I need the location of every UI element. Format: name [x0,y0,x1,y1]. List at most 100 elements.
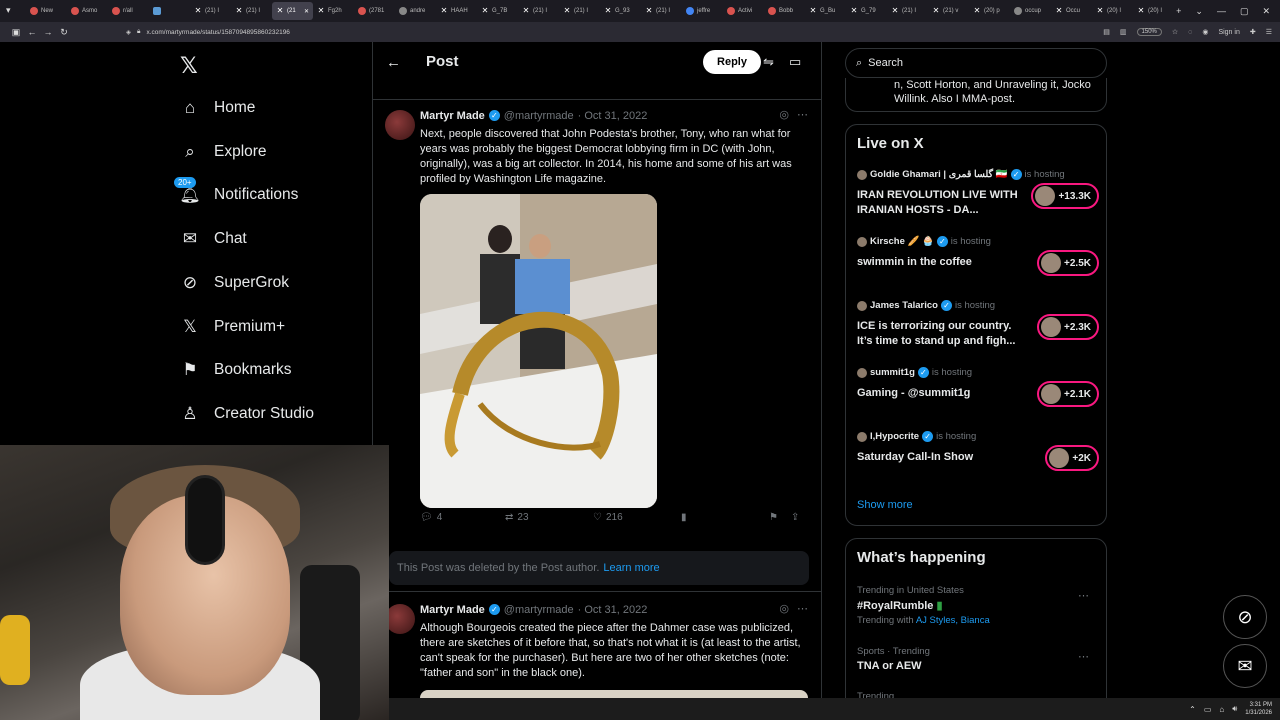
browser-tab[interactable]: ✕ G_79 [846,2,887,20]
nav-item-creator-studio[interactable]: ♙ Creator Studio [180,402,314,426]
browser-tab[interactable]: ✕ (21) I [641,2,682,20]
avatar[interactable] [385,604,415,634]
trend-item[interactable]: Trending in United States #RoyalRumble ▮… [857,585,1097,626]
x-logo-icon[interactable]: 𝕏 [180,54,198,79]
nav-item-premium[interactable]: 𝕏 Premium+ [180,315,285,339]
maximize-icon[interactable]: ▢ [1240,6,1249,17]
filter-icon[interactable]: ⇋ [763,54,774,70]
browser-tab[interactable]: ✕ G_93 [600,2,641,20]
new-tab-icon[interactable]: + [1176,6,1181,16]
browser-tab[interactable]: Asmo [67,2,108,20]
pocket-icon[interactable]: ◌ [1188,29,1192,36]
author-handle[interactable]: @martyrmade [504,110,574,122]
url-field[interactable]: ◈ 🔒︎ x.com/martyrmade/status/15870948958… [126,25,1103,39]
tweet-date[interactable]: · Oct 31, 2022 [578,604,648,616]
listener-pill[interactable]: +2.5K [1037,250,1099,276]
listener-pill[interactable]: +13.3K [1031,183,1099,209]
avatar[interactable] [385,110,415,140]
nav-item-supergrok[interactable]: ⊘ SuperGrok [180,271,289,295]
browser-tab[interactable]: ✕ (21) I [231,2,272,20]
reply-action[interactable]: 💬︎ 4 [420,512,505,523]
nav-item-chat[interactable]: ✉ Chat [180,227,247,251]
browser-tab[interactable]: ✕ G_Bu [805,2,846,20]
trend-with-names[interactable]: AJ Styles, Bianca [916,615,990,626]
nav-item-bookmarks[interactable]: ⚑ Bookmarks [180,358,291,382]
host-name[interactable]: Goldie Ghamari | گلسا قمری 🇮🇷 [870,169,1008,180]
browser-tab[interactable]: jeffre [682,2,723,20]
browser-tab[interactable]: ✕ (21) I [887,2,928,20]
like-action[interactable]: ♡ 216 [593,512,681,523]
display-icon[interactable]: ▭ [1204,705,1212,714]
grok-button[interactable]: ⊘ [1223,595,1267,639]
listener-pill[interactable]: +2.3K [1037,314,1099,340]
clock[interactable]: 3:31 PM 1/31/2026 [1245,701,1272,717]
views-action[interactable]: ▮ [681,512,769,523]
browser-tab[interactable]: ✕ (21) I [190,2,231,20]
host-name[interactable]: James Talarico [870,300,938,311]
share-action[interactable]: ⇪ [791,512,799,523]
host-name[interactable]: summit1g [870,367,915,378]
back-arrow-icon[interactable]: ← [386,54,401,71]
grok-icon[interactable]: ◎ [779,108,789,121]
browser-tab[interactable]: ✕ Occu [1051,2,1092,20]
browser-tab[interactable]: occup [1010,2,1051,20]
bookmark-star-icon[interactable]: ☆ [1172,28,1178,36]
live-item[interactable]: Kirsche 🥖 🧁 ✓ is hosting swimmin in the … [857,236,1099,276]
nav-item-home[interactable]: ⌂ Home [180,96,256,120]
host-name[interactable]: Kirsche 🥖 🧁 [870,236,934,247]
more-icon[interactable]: ⋯ [797,602,808,615]
browser-tab[interactable]: ✕ HAAH [436,2,477,20]
browser-tab[interactable]: ✕ G_7B [477,2,518,20]
sidebar-toggle-icon[interactable]: ▣ [8,27,24,38]
trend-item[interactable]: Sports · Trending TNA or AEW ⋯ [857,646,1097,672]
host-name[interactable]: I,Hypocrite [870,431,919,442]
sign-in-link[interactable]: Sign in [1218,29,1239,36]
tray-chevron-icon[interactable]: ⌃ [1189,705,1196,714]
live-item[interactable]: James Talarico ✓ is hosting ICE is terro… [857,300,1099,347]
more-icon[interactable]: ⋯ [797,108,808,121]
tweet-date[interactable]: · Oct 31, 2022 [578,110,648,122]
live-item[interactable]: I,Hypocrite ✓ is hosting Saturday Call-I… [857,431,1099,471]
bookmark-action[interactable]: ⚑ [769,512,791,523]
browser-tab[interactable]: ✕ (21) v [928,2,969,20]
author-name[interactable]: Martyr Made [420,604,485,616]
browser-tab[interactable]: ✕ Fg2h [313,2,354,20]
author-handle[interactable]: @martyrmade [504,604,574,616]
nav-item-explore[interactable]: ⌕ Explore [180,140,266,164]
listener-pill[interactable]: +2K [1045,445,1099,471]
grok-icon[interactable]: ◎ [779,602,789,615]
tweet[interactable]: Martyr Made ✓ @martyrmade · Oct 31, 2022… [385,108,815,530]
close-tab-icon[interactable]: ✕ [304,8,309,15]
browser-tab[interactable] [149,2,190,20]
reader-icon[interactable]: ▤ [1103,28,1110,36]
browser-tab[interactable]: r/all [108,2,149,20]
browser-tab[interactable]: ✕ (20) p [969,2,1010,20]
volume-icon[interactable]: 🔊︎ [1232,704,1237,714]
show-more-link[interactable]: Show more [857,499,913,511]
browser-tab[interactable]: (2781 [354,2,395,20]
messages-button[interactable]: ✉ [1223,644,1267,688]
tab-dropdown-icon[interactable]: ⌄ [1195,6,1203,17]
browser-tab[interactable]: ✕ (21 ✕ [272,2,313,20]
author-name[interactable]: Martyr Made [420,110,485,122]
browser-tab[interactable]: New [26,2,67,20]
reply-button[interactable]: Reply [703,50,761,74]
browser-tab[interactable]: ✕(20) I [1133,2,1174,20]
back-icon[interactable]: ← [24,27,40,37]
live-item[interactable]: Goldie Ghamari | گلسا قمری 🇮🇷 ✓ is hosti… [857,169,1099,216]
browser-tab[interactable]: Activi [723,2,764,20]
browser-tab[interactable]: andre [395,2,436,20]
account-icon[interactable]: ◉ [1202,28,1208,36]
tweet-image[interactable] [420,194,657,508]
network-icon[interactable]: ⌂ [1219,705,1224,714]
live-item[interactable]: summit1g ✓ is hosting Gaming - @summit1g… [857,367,1099,407]
extensions-icon[interactable]: ✚ [1250,28,1256,36]
reload-icon[interactable]: ↻ [56,27,72,38]
zoom-level[interactable]: 150% [1136,28,1162,36]
browser-tab[interactable]: Bobb [764,2,805,20]
more-icon[interactable]: ⋯ [1078,650,1089,663]
close-window-icon[interactable]: ✕ [1262,6,1270,17]
minimize-icon[interactable]: — [1217,6,1226,16]
tab-list-icon[interactable]: ▾ [6,5,18,17]
listener-pill[interactable]: +2.1K [1037,381,1099,407]
